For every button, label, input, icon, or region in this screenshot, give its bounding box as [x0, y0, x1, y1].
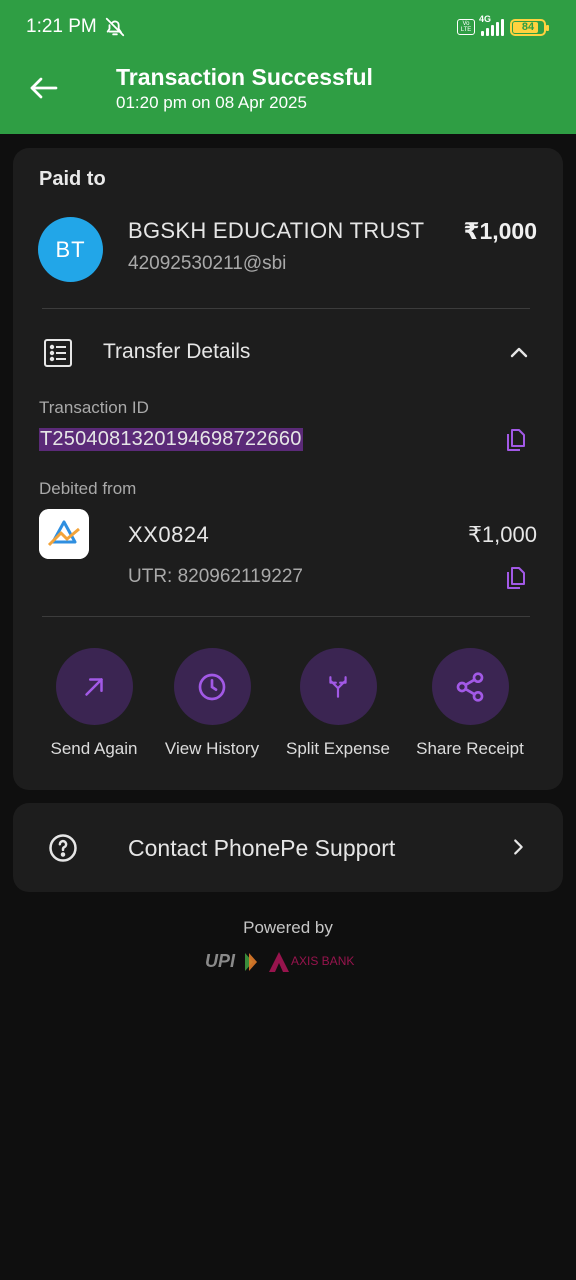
powered-by-label: Powered by — [243, 918, 333, 937]
send-again-circle[interactable] — [55, 648, 133, 725]
debited-from-label: Debited from — [39, 479, 137, 498]
paid-to-label: Paid to — [39, 168, 106, 190]
bank-logo — [39, 509, 89, 559]
view-history-circle[interactable] — [173, 648, 251, 725]
axis-bank-logo: AXIS BANK — [291, 954, 354, 968]
copy-transaction-id-icon[interactable] — [505, 428, 527, 452]
battery-percent: 84 — [521, 21, 535, 33]
view-history-button[interactable]: View History — [147, 648, 277, 759]
paid-amount: ₹1,000 — [463, 218, 537, 244]
payee-upi-id: 42092530211@sbi — [128, 253, 287, 274]
view-history-label: View History — [164, 739, 260, 758]
status-time: 1:21 PM — [26, 16, 97, 37]
payee-avatar: BT — [38, 217, 103, 282]
split-expense-button[interactable]: Split Expense — [273, 648, 403, 759]
share-receipt-button[interactable]: Share Receipt — [405, 648, 535, 759]
network-type: 4G — [479, 14, 492, 24]
volte-icon: Vo LTE — [457, 19, 475, 35]
contact-support-label: Contact PhonePe Support — [128, 835, 396, 861]
transaction-card: Paid to BT BGSKH EDUCATION TRUST 4209253… — [13, 148, 563, 790]
action-row: Send Again View History Split Expense Sh… — [13, 648, 563, 768]
split-expense-label: Split Expense — [286, 739, 390, 758]
system-status-icons: Vo LTE 4G 84 — [457, 14, 549, 38]
payee-name: BGSKH EDUCATION TRUST — [128, 218, 425, 243]
chevron-up-icon[interactable] — [507, 341, 531, 365]
clock-icon — [198, 673, 226, 700]
send-again-button[interactable]: Send Again — [29, 648, 159, 759]
arrow-up-right-icon — [85, 677, 103, 696]
contact-support-button[interactable]: Contact PhonePe Support — [13, 803, 563, 892]
transaction-id-label: Transaction ID — [39, 398, 149, 417]
split-expense-circle[interactable] — [299, 648, 377, 725]
transfer-details-toggle[interactable]: Transfer Details — [103, 340, 250, 364]
share-receipt-circle[interactable] — [431, 648, 509, 725]
receipt-list-icon — [44, 339, 72, 367]
transaction-timestamp: 01:20 pm on 08 Apr 2025 — [116, 93, 307, 112]
battery-icon: 84 — [510, 18, 549, 36]
signal-icon: 4G — [479, 14, 504, 36]
help-circle-icon — [49, 834, 77, 862]
back-arrow-icon[interactable] — [26, 70, 62, 106]
chevron-right-icon — [514, 839, 523, 855]
app-header: 1:21 PM Vo LTE 4G 84 Transaction Success… — [0, 0, 576, 134]
send-again-label: Send Again — [50, 739, 138, 758]
debited-amount: ₹1,000 — [467, 522, 537, 547]
page-title: Transaction Successful — [116, 64, 373, 90]
share-receipt-label: Share Receipt — [416, 739, 524, 758]
share-icon — [456, 671, 484, 702]
partner-logos: UPI AXIS BANK — [205, 951, 354, 972]
debit-account-number: XX0824 — [128, 522, 210, 547]
split-icon — [329, 675, 347, 698]
upi-logo: UPI — [205, 951, 236, 971]
divider — [42, 616, 530, 617]
transaction-id[interactable]: T2504081320194698722660 — [39, 428, 303, 451]
copy-utr-icon[interactable] — [505, 566, 527, 590]
divider — [42, 308, 530, 309]
utr-number: UTR: 820962119227 — [128, 566, 303, 587]
bell-off-icon — [105, 17, 125, 37]
